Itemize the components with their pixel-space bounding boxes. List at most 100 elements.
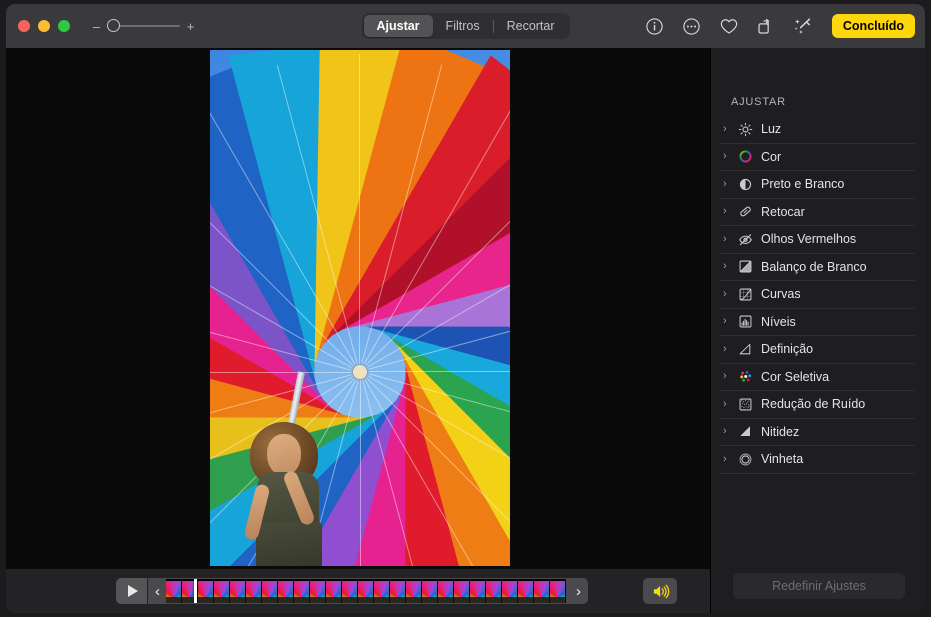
speaker-toggle-button[interactable] [643, 578, 677, 604]
chevron-right-icon[interactable]: › [723, 426, 737, 437]
filmstrip-frame[interactable] [390, 579, 406, 603]
sidebar-item-label: Vinheta [761, 452, 804, 467]
sidebar-item-olhos-vermelhos[interactable]: › Olhos Vermelhos [719, 226, 915, 254]
chevron-right-icon[interactable]: › [723, 288, 737, 300]
window-toolbar: – + Ajustar Filtros Recortar Concluído [6, 4, 925, 48]
filmstrip-frame[interactable] [454, 579, 470, 603]
filmstrip-frame[interactable] [470, 579, 486, 603]
more-options-icon[interactable] [681, 15, 703, 37]
filmstrip-frame[interactable] [278, 579, 294, 603]
sidebar-item-cor-seletiva[interactable]: › Cor Seletiva [719, 364, 915, 391]
zoom-in-icon[interactable]: + [186, 20, 195, 33]
filmstrip-frame[interactable] [374, 579, 390, 603]
chevron-right-icon[interactable]: › [723, 261, 737, 272]
sidebar-item-preto-e-branco[interactable]: › Preto e Branco [719, 171, 915, 199]
zoom-slider-knob[interactable] [107, 19, 120, 32]
filmstrip-frame[interactable] [198, 579, 214, 603]
filmstrip-frames[interactable] [166, 579, 570, 603]
retouch-bandage-icon [737, 203, 754, 220]
previous-frame-icon[interactable]: ‹ [149, 584, 166, 599]
zoom-slider[interactable]: – + [92, 16, 195, 36]
live-photo-playback-bar: ‹ › [6, 569, 710, 613]
sidebar-item-label: Olhos Vermelhos [761, 232, 857, 247]
curves-icon [737, 286, 754, 303]
zoom-slider-track[interactable] [107, 19, 180, 33]
favorite-heart-icon[interactable] [718, 15, 740, 37]
sidebar-item-label: Balanço de Branco [761, 259, 867, 274]
play-button[interactable] [116, 578, 147, 604]
umbrella-hub [353, 365, 367, 379]
playhead-marker[interactable] [194, 579, 198, 603]
noise-reduction-icon [737, 396, 754, 413]
filmstrip-frame[interactable] [422, 579, 438, 603]
chevron-right-icon[interactable]: › [723, 398, 737, 410]
filmstrip-frame[interactable] [230, 579, 246, 603]
filmstrip-frame[interactable] [534, 579, 550, 603]
filmstrip-frame[interactable] [326, 579, 342, 603]
filmstrip-frame[interactable] [246, 579, 262, 603]
photo-preview[interactable] [210, 50, 510, 566]
filmstrip-frame[interactable] [550, 579, 566, 603]
sidebar-item-retocar[interactable]: › Retocar [719, 199, 915, 226]
filmstrip-frame[interactable] [310, 579, 326, 603]
sidebar-item-balanco-de-branco[interactable]: › Balanço de Branco [719, 254, 915, 281]
vignette-icon [737, 451, 754, 468]
filmstrip-frame[interactable] [358, 579, 374, 603]
tab-filtros[interactable]: Filtros [433, 15, 493, 37]
sidebar-item-luz[interactable]: › Luz [719, 116, 915, 144]
reset-adjustments-button[interactable]: Redefinir Ajustes [733, 573, 905, 599]
info-icon[interactable] [644, 15, 666, 37]
next-frame-icon[interactable]: › [570, 584, 587, 599]
chevron-right-icon[interactable]: › [723, 151, 737, 162]
auto-enhance-wand-icon[interactable] [792, 15, 814, 37]
subject-skirt [256, 522, 322, 566]
filmstrip-frame[interactable] [166, 579, 182, 603]
sidebar-item-label: Níveis [761, 314, 796, 329]
filmstrip-frame[interactable] [294, 579, 310, 603]
filmstrip-frame[interactable] [342, 579, 358, 603]
black-and-white-icon [737, 176, 754, 193]
filmstrip-frame[interactable] [262, 579, 278, 603]
chevron-right-icon[interactable]: › [723, 178, 737, 190]
photos-editor-window: – + Ajustar Filtros Recortar Concluído ‹… [0, 0, 931, 617]
filmstrip-frame[interactable] [214, 579, 230, 603]
traffic-light-group [18, 20, 70, 32]
filmstrip-frame[interactable] [486, 579, 502, 603]
chevron-right-icon[interactable]: › [723, 206, 737, 217]
tab-ajustar[interactable]: Ajustar [363, 15, 433, 37]
filmstrip-frame[interactable] [502, 579, 518, 603]
chevron-right-icon[interactable]: › [723, 453, 737, 465]
adjustments-list: › Luz › Cor › Preto e Branco › Retocar ›… [719, 116, 915, 474]
sidebar-item-curvas[interactable]: › Curvas [719, 281, 915, 309]
play-triangle-icon [127, 585, 138, 597]
sidebar-item-label: Cor Seletiva [761, 369, 830, 384]
chevron-right-icon[interactable]: › [723, 233, 737, 245]
color-wheel-icon [737, 148, 754, 165]
sidebar-item-vinheta[interactable]: › Vinheta [719, 446, 915, 474]
sidebar-item-label: Definição [761, 342, 814, 357]
sidebar-item-definicao[interactable]: › Definição [719, 336, 915, 364]
filmstrip-frame[interactable] [406, 579, 422, 603]
selective-color-icon [737, 368, 754, 385]
chevron-right-icon[interactable]: › [723, 316, 737, 327]
done-button[interactable]: Concluído [831, 14, 915, 38]
filmstrip-frame[interactable] [518, 579, 534, 603]
chevron-right-icon[interactable]: › [723, 123, 737, 135]
sidebar-item-nitidez[interactable]: › Nitidez [719, 419, 915, 446]
filmstrip-scrubber[interactable]: ‹ › [148, 578, 588, 604]
minimize-window-button[interactable] [38, 20, 50, 32]
sidebar-item-niveis[interactable]: › Níveis [719, 309, 915, 336]
sidebar-item-label: Retocar [761, 204, 805, 219]
zoom-out-icon[interactable]: – [92, 20, 101, 33]
definition-icon [737, 341, 754, 358]
sidebar-item-label: Nitidez [761, 424, 800, 439]
filmstrip-frame[interactable] [438, 579, 454, 603]
tab-recortar[interactable]: Recortar [494, 15, 568, 37]
chevron-right-icon[interactable]: › [723, 371, 737, 382]
sidebar-item-reducao-de-ruido[interactable]: › Redução de Ruído [719, 391, 915, 419]
close-window-button[interactable] [18, 20, 30, 32]
rotate-icon[interactable] [755, 15, 777, 37]
chevron-right-icon[interactable]: › [723, 343, 737, 355]
sidebar-item-cor[interactable]: › Cor [719, 144, 915, 171]
maximize-window-button[interactable] [58, 20, 70, 32]
